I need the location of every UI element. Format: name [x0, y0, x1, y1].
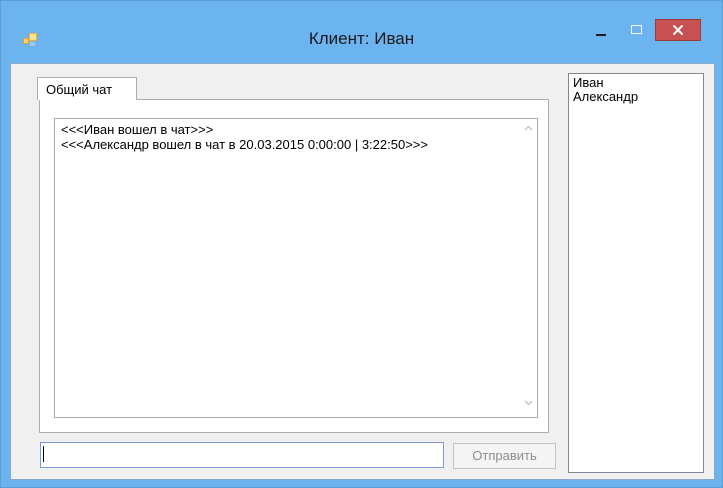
tab-page: <<<Иван вошел в чат>>> <<<Александр воше…: [39, 99, 549, 433]
user-list-item[interactable]: Александр: [573, 90, 703, 104]
maximize-button[interactable]: [621, 21, 651, 43]
close-button[interactable]: [655, 19, 701, 41]
text-caret: [43, 446, 44, 462]
message-input-wrapper: [40, 442, 444, 468]
chat-message: <<<Александр вошел в чат в 20.03.2015 0:…: [61, 137, 428, 152]
scroll-down-icon: [524, 400, 533, 406]
users-list[interactable]: Иван Александр: [568, 73, 704, 473]
message-input[interactable]: [40, 442, 444, 468]
close-icon: [673, 25, 683, 35]
minimize-button[interactable]: [586, 23, 616, 45]
chat-message: <<<Иван вошел в чат>>>: [61, 122, 214, 137]
scroll-up-icon: [524, 125, 533, 131]
maximize-icon: [631, 25, 642, 34]
user-list-item[interactable]: Иван: [573, 76, 703, 90]
chat-log[interactable]: <<<Иван вошел в чат>>> <<<Александр воше…: [54, 118, 538, 418]
title-bar[interactable]: Клиент: Иван: [1, 1, 722, 61]
send-button[interactable]: Отправить: [453, 443, 556, 469]
client-area: Общий чат <<<Иван вошел в чат>>> <<<Алек…: [10, 63, 715, 480]
tab-general-chat[interactable]: Общий чат: [37, 77, 137, 100]
minimize-icon: [596, 34, 606, 36]
chat-scrollbar[interactable]: [520, 119, 537, 417]
app-window: Клиент: Иван Общий чат <<<Иван вошел в ч…: [0, 0, 723, 488]
